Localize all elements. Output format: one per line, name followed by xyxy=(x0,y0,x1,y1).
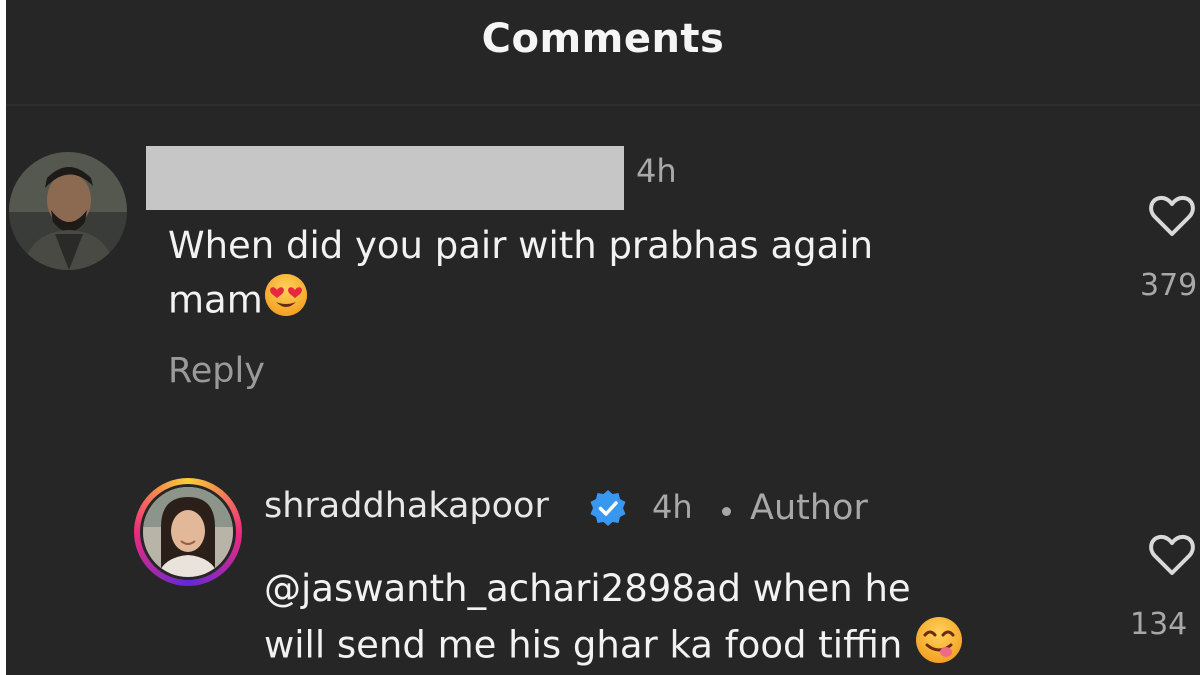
story-ring[interactable] xyxy=(134,478,242,586)
comments-screen: Comments 4h When did you pair with prabh… xyxy=(6,0,1200,675)
comment-text-line: mam xyxy=(168,272,873,332)
reply-time: 4h xyxy=(652,488,693,526)
author-username[interactable]: shraddhakapoor xyxy=(264,486,549,526)
author-badge: Author xyxy=(750,488,868,528)
reply-button[interactable]: Reply xyxy=(168,351,265,391)
like-count: 134 xyxy=(1130,607,1188,642)
author-avatar[interactable] xyxy=(140,484,236,580)
redacted-username xyxy=(146,146,624,210)
like-count: 379 xyxy=(1140,268,1198,303)
page-title: Comments xyxy=(481,16,725,62)
heart-eyes-emoji-icon xyxy=(263,272,309,332)
verified-badge-icon xyxy=(588,488,628,528)
reply-text-line: @jaswanth_achari2898ad when he xyxy=(264,567,911,610)
commenter-avatar[interactable] xyxy=(9,152,127,270)
like-heart-icon[interactable] xyxy=(1148,533,1196,577)
reply-text-line: will send me his ghar ka food tiffin xyxy=(264,615,964,675)
comment-text-line: When did you pair with prabhas again xyxy=(168,224,874,267)
separator-dot xyxy=(722,507,731,516)
yum-emoji-icon xyxy=(914,615,964,675)
like-heart-icon[interactable] xyxy=(1148,194,1196,238)
comment-text: When did you pair with prabhas again mam xyxy=(168,220,873,332)
comment-time: 4h xyxy=(636,152,677,190)
header-divider xyxy=(6,104,1200,106)
reply-text: @jaswanth_achari2898ad when he will send… xyxy=(264,563,964,675)
